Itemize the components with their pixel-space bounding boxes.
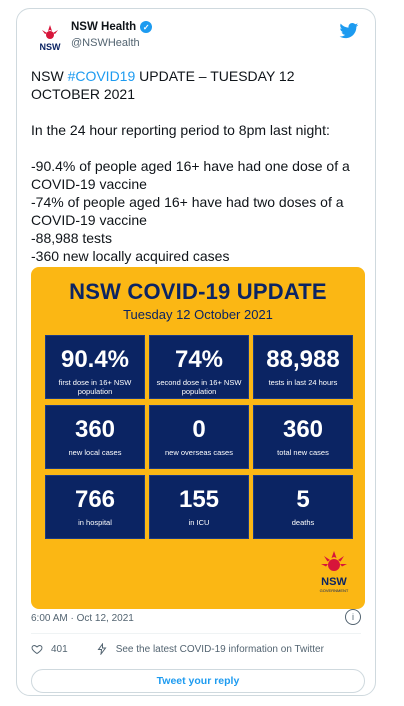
tweet-card: NSW NSW Health ✓ @NSWHealth NSW #COVID19…	[16, 8, 376, 696]
stat-tile-total-new-cases: 360 total new cases	[253, 405, 353, 469]
stat-label: first dose in 16+ NSW population	[58, 378, 132, 396]
stat-label: in hospital	[78, 518, 112, 527]
stat-value: 360	[282, 416, 324, 443]
stat-label: deaths	[291, 518, 315, 527]
stat-value: 360	[74, 416, 116, 443]
tweet-actions: 401 See the latest COVID-19 information …	[31, 641, 361, 657]
info-icon[interactable]: i	[345, 609, 361, 625]
nsw-waratah-avatar-icon: NSW	[33, 21, 67, 55]
like-count: 401	[51, 643, 68, 655]
stat-tile-in-icu: 155 in ICU	[149, 475, 249, 539]
stat-tile-in-hospital: 766 in hospital	[45, 475, 145, 539]
tweet-text-body: UPDATE – TUESDAY 12 OCTOBER 2021 In the …	[31, 68, 350, 264]
tweet-timestamp[interactable]: 6:00 AM · Oct 12, 2021	[31, 613, 134, 624]
stat-tile-deaths: 5 deaths	[253, 475, 353, 539]
stat-label: total new cases	[277, 448, 329, 457]
stat-label: new overseas cases	[165, 448, 233, 457]
stat-tile-first-dose: 90.4% first dose in 16+ NSW population	[45, 335, 145, 399]
covid-update-infographic[interactable]: NSW COVID-19 UPDATE Tuesday 12 October 2…	[31, 267, 365, 609]
stat-label: new local cases	[68, 448, 122, 457]
stat-value: 90.4%	[60, 346, 130, 373]
stat-value: 88,988	[266, 346, 340, 373]
stat-tile-tests: 88,988 tests in last 24 hours	[253, 335, 353, 399]
twitter-bird-icon[interactable]	[339, 21, 359, 41]
lightning-icon	[97, 643, 107, 655]
infographic-title: NSW COVID-19 UPDATE	[69, 279, 327, 304]
stat-value: 0	[192, 416, 206, 443]
stat-tile-new-local-cases: 360 new local cases	[45, 405, 145, 469]
display-name-text[interactable]: NSW Health	[71, 21, 136, 33]
verified-badge-icon: ✓	[140, 21, 153, 33]
divider	[31, 633, 361, 634]
stat-tile-new-overseas-cases: 0 new overseas cases	[149, 405, 249, 469]
covid-info-link[interactable]: See the latest COVID-19 information on T…	[116, 644, 324, 655]
tweet-text: NSW #COVID19 UPDATE – TUESDAY 12 OCTOBER…	[31, 67, 367, 265]
nsw-government-logo: NSW GOVERNMENT	[320, 551, 349, 593]
author-names: NSW Health ✓ @NSWHealth	[71, 21, 153, 49]
stat-value: 155	[178, 486, 220, 513]
avatar[interactable]: NSW	[33, 21, 67, 55]
nsw-logo-text: NSW	[321, 576, 347, 588]
nsw-logo-subtext: GOVERNMENT	[320, 588, 349, 593]
heart-icon[interactable]	[31, 643, 43, 655]
infographic-date: Tuesday 12 October 2021	[123, 307, 273, 322]
avatar-text: NSW	[40, 42, 62, 52]
tweet-text-prefix: NSW	[31, 68, 68, 84]
stat-label: in ICU	[188, 518, 210, 527]
tweet-header: NSW NSW Health ✓ @NSWHealth	[31, 17, 361, 61]
stat-value: 74%	[174, 346, 224, 373]
stat-label: tests in last 24 hours	[268, 378, 338, 387]
stat-tile-second-dose: 74% second dose in 16+ NSW population	[149, 335, 249, 399]
handle[interactable]: @NSWHealth	[71, 37, 152, 49]
stat-label: second dose in 16+ NSW population	[156, 378, 242, 396]
stat-value: 5	[296, 486, 310, 513]
display-name[interactable]: NSW Health ✓	[71, 21, 153, 33]
stat-value: 766	[74, 486, 116, 513]
tweet-reply-button[interactable]: Tweet your reply	[31, 669, 365, 693]
hashtag-link[interactable]: #COVID19	[68, 68, 136, 84]
